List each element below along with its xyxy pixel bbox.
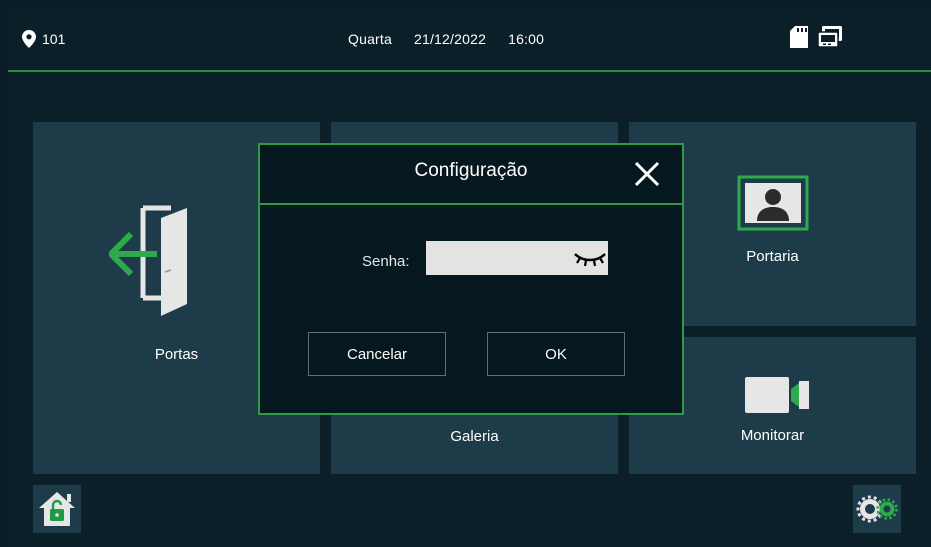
location-pin-icon	[22, 30, 36, 48]
configuration-dialog: Configuração Senha: Cancelar OK	[258, 143, 684, 415]
date: 21/12/2022	[414, 31, 487, 47]
video-camera-icon	[745, 377, 809, 413]
settings-gears-icon	[856, 495, 898, 523]
tile-galeria-label: Galeria	[450, 428, 499, 445]
tile-monitorar-label: Monitorar	[740, 427, 805, 444]
status-bar-divider	[8, 70, 931, 72]
time: 16:00	[508, 31, 545, 47]
unit-number: 101	[42, 31, 66, 47]
close-icon	[634, 161, 660, 187]
password-input[interactable]	[426, 241, 572, 275]
reception-contact-icon	[737, 175, 809, 231]
intercom-device-icon	[818, 26, 842, 48]
weekday: Quarta	[348, 31, 392, 47]
dialog-close-button[interactable]	[634, 161, 660, 187]
date-time: Quarta 21/12/2022 16:00	[348, 31, 544, 47]
dialog-divider	[260, 203, 682, 205]
screen: 101 Quarta 21/12/2022 16:00 Portas Galer…	[8, 8, 931, 547]
door-exit-icon	[109, 205, 187, 316]
unit-location: 101	[22, 30, 65, 48]
status-icons	[790, 26, 844, 48]
settings-button[interactable]	[853, 485, 901, 533]
sd-card-icon	[790, 26, 808, 48]
home-unlock-icon	[39, 492, 75, 526]
dialog-title: Configuração	[414, 160, 528, 181]
cancel-button[interactable]: Cancelar	[308, 332, 446, 376]
ok-button[interactable]: OK	[487, 332, 625, 376]
status-bar: 101 Quarta 21/12/2022 16:00	[8, 8, 931, 72]
toggle-password-visibility-button[interactable]	[572, 241, 608, 275]
password-label: Senha:	[362, 253, 410, 270]
eye-closed-icon	[574, 253, 606, 267]
home-unlock-button[interactable]	[33, 485, 81, 533]
